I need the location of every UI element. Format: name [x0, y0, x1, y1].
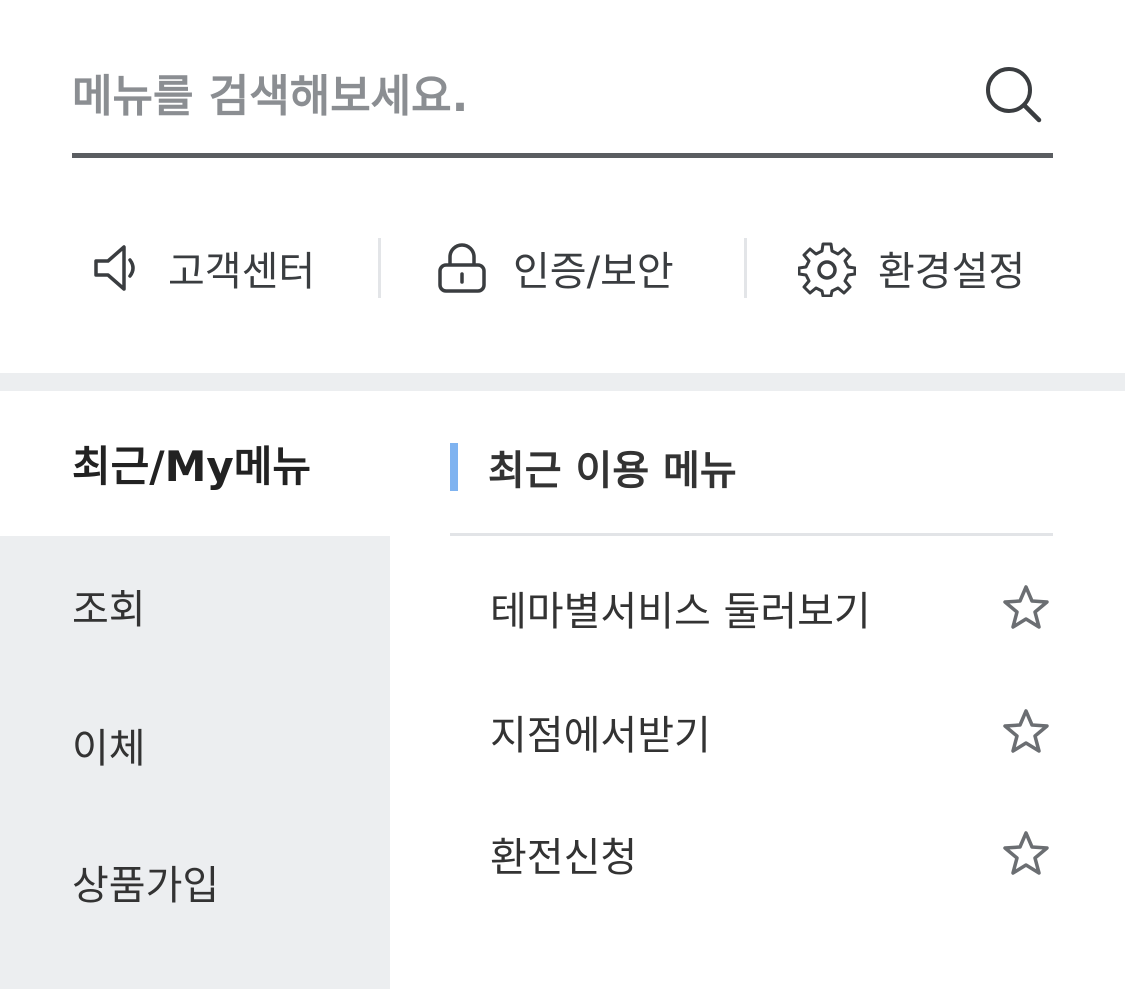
sidebar-item-product-signup[interactable]: 상품가입 — [0, 814, 390, 949]
search-input[interactable] — [72, 58, 952, 134]
star-outline-icon[interactable] — [999, 827, 1053, 881]
list-item[interactable]: 지점에서받기 — [450, 687, 1053, 777]
sidebar-item-label: 상품가입 — [72, 862, 220, 909]
recent-menu-panel: 최근 이용 메뉴 테마별서비스 둘러보기 지점에서받기 환전신청 — [450, 391, 1053, 989]
sidebar-item-label: 조회 — [72, 587, 146, 633]
quick-link-label: 인증/보안 — [513, 249, 674, 295]
lock-icon — [433, 239, 491, 297]
search-button[interactable] — [979, 60, 1047, 128]
section-title: 최근 이용 메뉴 — [450, 441, 737, 494]
sidebar-item-transfer[interactable]: 이체 — [0, 676, 390, 814]
quick-links: 고객센터 인증/보안 환경설정 — [0, 228, 1125, 308]
sidebar-item-recent-my[interactable]: 최근/My메뉴 — [0, 391, 390, 536]
list-item[interactable]: 환전신청 — [450, 809, 1053, 899]
category-sidebar: 최근/My메뉴 조회 이체 상품가입 — [0, 391, 390, 989]
sidebar-item-label: 이체 — [72, 726, 146, 772]
menu-item-label: 환전신청 — [490, 835, 638, 881]
gear-icon — [798, 239, 856, 297]
star-outline-icon[interactable] — [999, 581, 1053, 635]
menu-item-label: 테마별서비스 둘러보기 — [490, 589, 871, 635]
list-item[interactable]: 테마별서비스 둘러보기 — [450, 563, 1053, 653]
quick-link-label: 고객센터 — [168, 249, 316, 295]
divider — [744, 238, 747, 298]
divider — [378, 238, 381, 298]
quick-link-label: 환경설정 — [878, 249, 1026, 295]
quick-link-settings[interactable]: 환경설정 — [798, 228, 1025, 308]
section-divider-band — [0, 373, 1125, 391]
section-divider — [450, 533, 1053, 536]
search-bar — [72, 40, 1053, 158]
menu-item-label: 지점에서받기 — [490, 713, 711, 759]
quick-link-customer-center[interactable]: 고객센터 — [88, 228, 315, 308]
search-icon — [986, 67, 1042, 123]
megaphone-icon — [88, 239, 146, 297]
quick-link-auth-security[interactable]: 인증/보안 — [433, 228, 674, 308]
section-accent-bar — [450, 443, 458, 491]
sidebar-item-label: 최근/My메뉴 — [72, 442, 312, 491]
sidebar-item-inquiry[interactable]: 조회 — [0, 536, 390, 676]
star-outline-icon[interactable] — [999, 705, 1053, 759]
section-title-label: 최근 이용 메뉴 — [488, 448, 737, 494]
